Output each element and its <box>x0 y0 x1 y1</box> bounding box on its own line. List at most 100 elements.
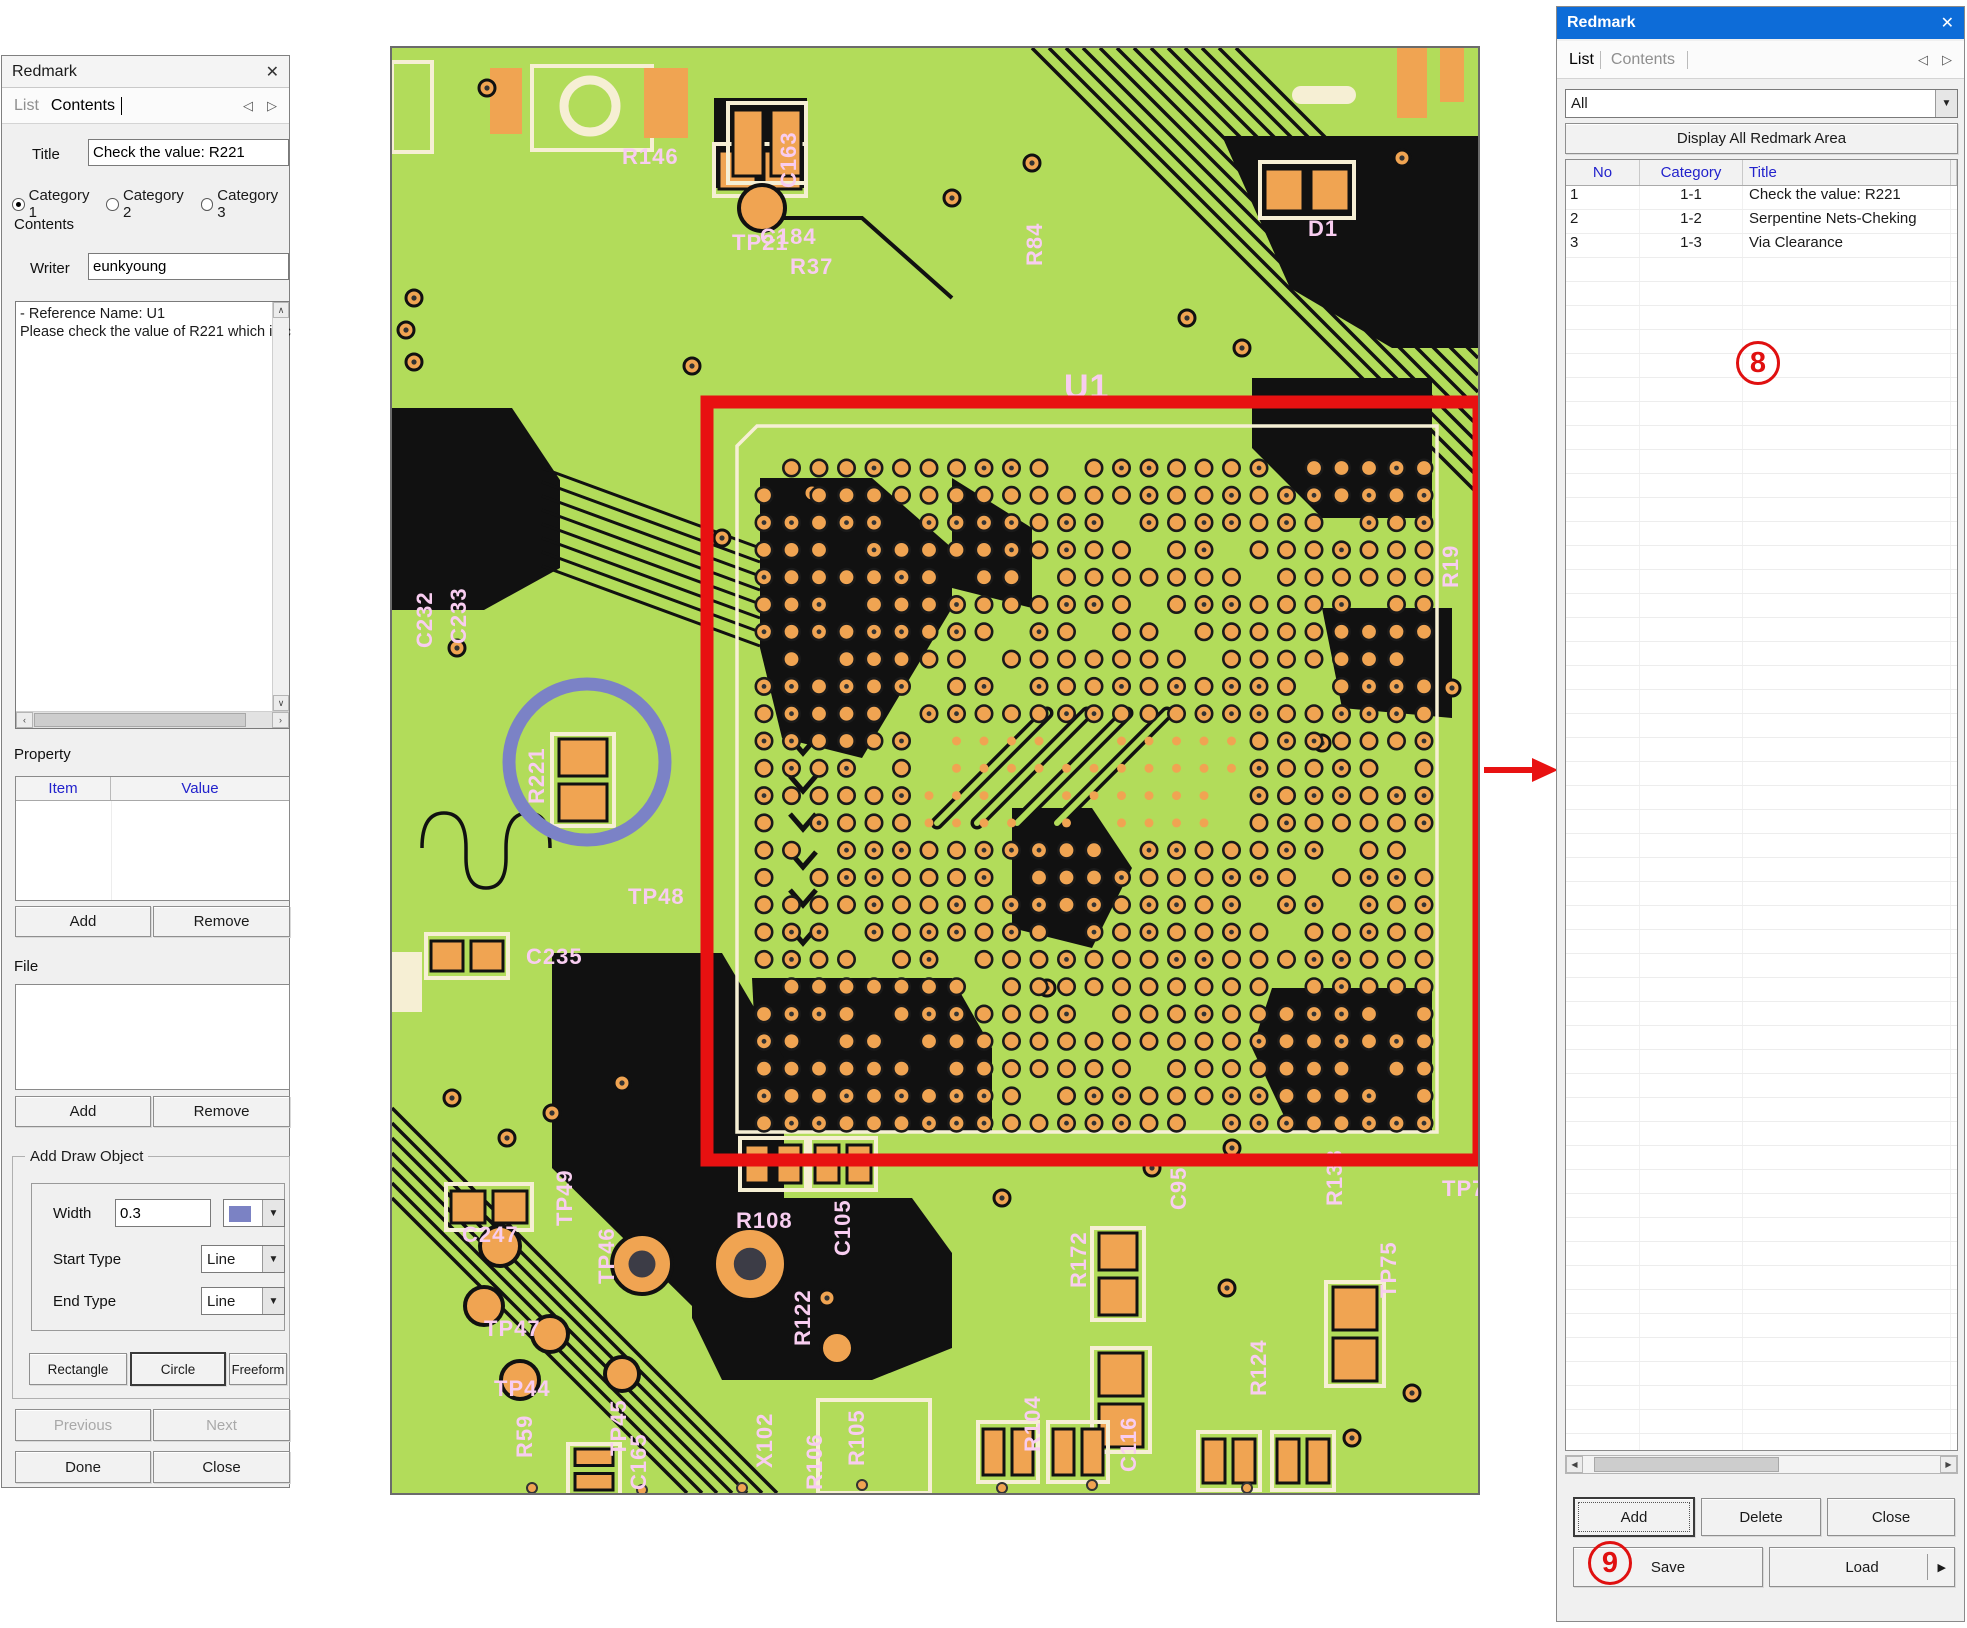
property-table[interactable]: Item Value <box>15 776 290 901</box>
col-no[interactable]: No <box>1566 160 1640 185</box>
category-filter-select[interactable]: All ▼ <box>1565 89 1958 118</box>
property-col-item: Item <box>16 777 111 800</box>
start-type-select[interactable]: Line ▼ <box>201 1245 285 1273</box>
file-add-button[interactable]: Add <box>15 1096 151 1127</box>
col-title[interactable]: Title <box>1743 160 1951 185</box>
circle-button[interactable]: Circle <box>130 1352 226 1386</box>
line-color-picker[interactable]: ▼ <box>223 1199 285 1227</box>
redmark-contents-panel: Redmark ✕ List Contents ◁ ▷ Title Catego… <box>1 55 290 1488</box>
radio-category-3[interactable]: Category 3 <box>201 187 288 221</box>
tab-contents[interactable]: Contents <box>51 97 115 115</box>
table-row <box>1566 858 1957 882</box>
dropdown-arrow-icon[interactable]: ▼ <box>262 1246 284 1272</box>
dropdown-arrow-icon[interactable]: ▼ <box>262 1200 284 1226</box>
pcb-label-X102: X102 <box>752 1413 777 1468</box>
col-spacer <box>1951 160 1957 185</box>
contents-line: Please check the value of R221 which is … <box>20 323 269 341</box>
load-options-arrow-icon[interactable]: ▶ <box>1938 1561 1946 1574</box>
pcb-label-R106: R106 <box>802 1433 827 1490</box>
radio-icon <box>201 198 214 211</box>
table-horizontal-scrollbar[interactable]: ◀ ▶ <box>1565 1455 1958 1474</box>
table-row <box>1566 306 1957 330</box>
previous-button[interactable]: Previous <box>15 1409 151 1441</box>
table-row <box>1566 906 1957 930</box>
contents-textarea[interactable]: - Reference Name: U1 Please check the va… <box>15 301 290 729</box>
title-input[interactable] <box>88 139 289 166</box>
property-remove-button[interactable]: Remove <box>153 906 290 937</box>
pcb-label-R124: R124 <box>1246 1339 1271 1396</box>
table-row <box>1566 570 1957 594</box>
tab-list[interactable]: List <box>14 97 39 115</box>
pcb-label-R221: R221 <box>524 747 549 804</box>
table-row[interactable]: 31-3Via Clearance <box>1566 234 1957 258</box>
pcb-label-TP44: TP44 <box>494 1376 551 1401</box>
close-button[interactable]: Close <box>1827 1498 1955 1536</box>
table-row[interactable]: 11-1Check the value: R221 <box>1566 186 1957 210</box>
table-row <box>1566 714 1957 738</box>
text-cursor <box>121 97 122 115</box>
freeform-button[interactable]: Freeform <box>229 1353 287 1385</box>
table-row <box>1566 978 1957 1002</box>
tab-next-icon[interactable]: ▷ <box>1942 52 1952 68</box>
file-remove-button[interactable]: Remove <box>153 1096 290 1127</box>
table-row <box>1566 1002 1957 1026</box>
end-type-select[interactable]: Line ▼ <box>201 1287 285 1315</box>
pcb-label-D1: D1 <box>1308 216 1338 241</box>
scroll-left-icon[interactable]: ◀ <box>1566 1456 1583 1473</box>
close-icon[interactable]: ✕ <box>1941 13 1954 33</box>
col-category[interactable]: Category <box>1640 160 1743 185</box>
table-row <box>1566 1098 1957 1122</box>
scroll-right-icon[interactable]: › <box>272 712 289 728</box>
table-row <box>1566 258 1957 282</box>
pcb-label-R104: R104 <box>1020 1395 1045 1452</box>
step-badge-8: 8 <box>1736 341 1780 385</box>
scrollbar-thumb[interactable] <box>1594 1457 1779 1472</box>
column-divider <box>111 801 112 900</box>
table-row <box>1566 402 1957 426</box>
add-draw-object-label: Add Draw Object <box>25 1148 148 1165</box>
dropdown-arrow-icon[interactable]: ▼ <box>1935 90 1957 117</box>
next-button[interactable]: Next <box>153 1409 290 1441</box>
radio-icon <box>106 198 119 211</box>
property-add-button[interactable]: Add <box>15 906 151 937</box>
contents-line: - Reference Name: U1 <box>20 305 269 323</box>
table-row <box>1566 666 1957 690</box>
tab-list[interactable]: List <box>1569 51 1594 69</box>
tab-prev-icon[interactable]: ◁ <box>243 98 253 114</box>
scroll-right-icon[interactable]: ▶ <box>1940 1456 1957 1473</box>
table-row <box>1566 954 1957 978</box>
close-button[interactable]: Close <box>153 1451 290 1483</box>
delete-button[interactable]: Delete <box>1701 1498 1821 1536</box>
load-button[interactable]: Load ▶ <box>1769 1547 1955 1587</box>
tab-prev-icon[interactable]: ◁ <box>1918 52 1928 68</box>
done-button[interactable]: Done <box>15 1451 151 1483</box>
writer-input[interactable] <box>88 253 289 280</box>
tab-next-icon[interactable]: ▷ <box>267 98 277 114</box>
width-input[interactable] <box>115 1199 211 1227</box>
vertical-scrollbar[interactable]: ∧ ∨ <box>272 302 289 711</box>
property-col-value: Value <box>111 777 289 800</box>
table-row <box>1566 738 1957 762</box>
scroll-left-icon[interactable]: ‹ <box>16 712 33 728</box>
scroll-down-icon[interactable]: ∨ <box>273 695 289 711</box>
pcb-layout-view[interactable]: R146TP21C163C184R37R84D1C232C233U1R221R1… <box>390 46 1480 1495</box>
table-row <box>1566 882 1957 906</box>
close-icon[interactable]: ✕ <box>266 62 279 82</box>
pcb-label-C247: C247 <box>462 1222 519 1247</box>
table-row <box>1566 282 1957 306</box>
table-row[interactable]: 21-2Serpentine Nets-Cheking <box>1566 210 1957 234</box>
display-all-redmark-area-button[interactable]: Display All Redmark Area <box>1565 123 1958 154</box>
dropdown-arrow-icon[interactable]: ▼ <box>262 1288 284 1314</box>
radio-category-2[interactable]: Category 2 <box>106 187 193 221</box>
scroll-up-icon[interactable]: ∧ <box>273 302 289 318</box>
file-listbox[interactable] <box>15 984 290 1090</box>
horizontal-scrollbar[interactable]: ‹ › <box>16 711 289 728</box>
radio-selected-icon <box>12 198 25 211</box>
pcb-label-C233: C233 <box>446 587 471 644</box>
table-row <box>1566 522 1957 546</box>
rectangle-button[interactable]: Rectangle <box>29 1353 127 1385</box>
scrollbar-thumb[interactable] <box>34 713 246 727</box>
pcb-canvas[interactable]: R146TP21C163C184R37R84D1C232C233U1R221R1… <box>392 48 1478 1493</box>
tab-contents[interactable]: Contents <box>1611 51 1675 69</box>
add-button[interactable]: Add <box>1573 1497 1695 1537</box>
